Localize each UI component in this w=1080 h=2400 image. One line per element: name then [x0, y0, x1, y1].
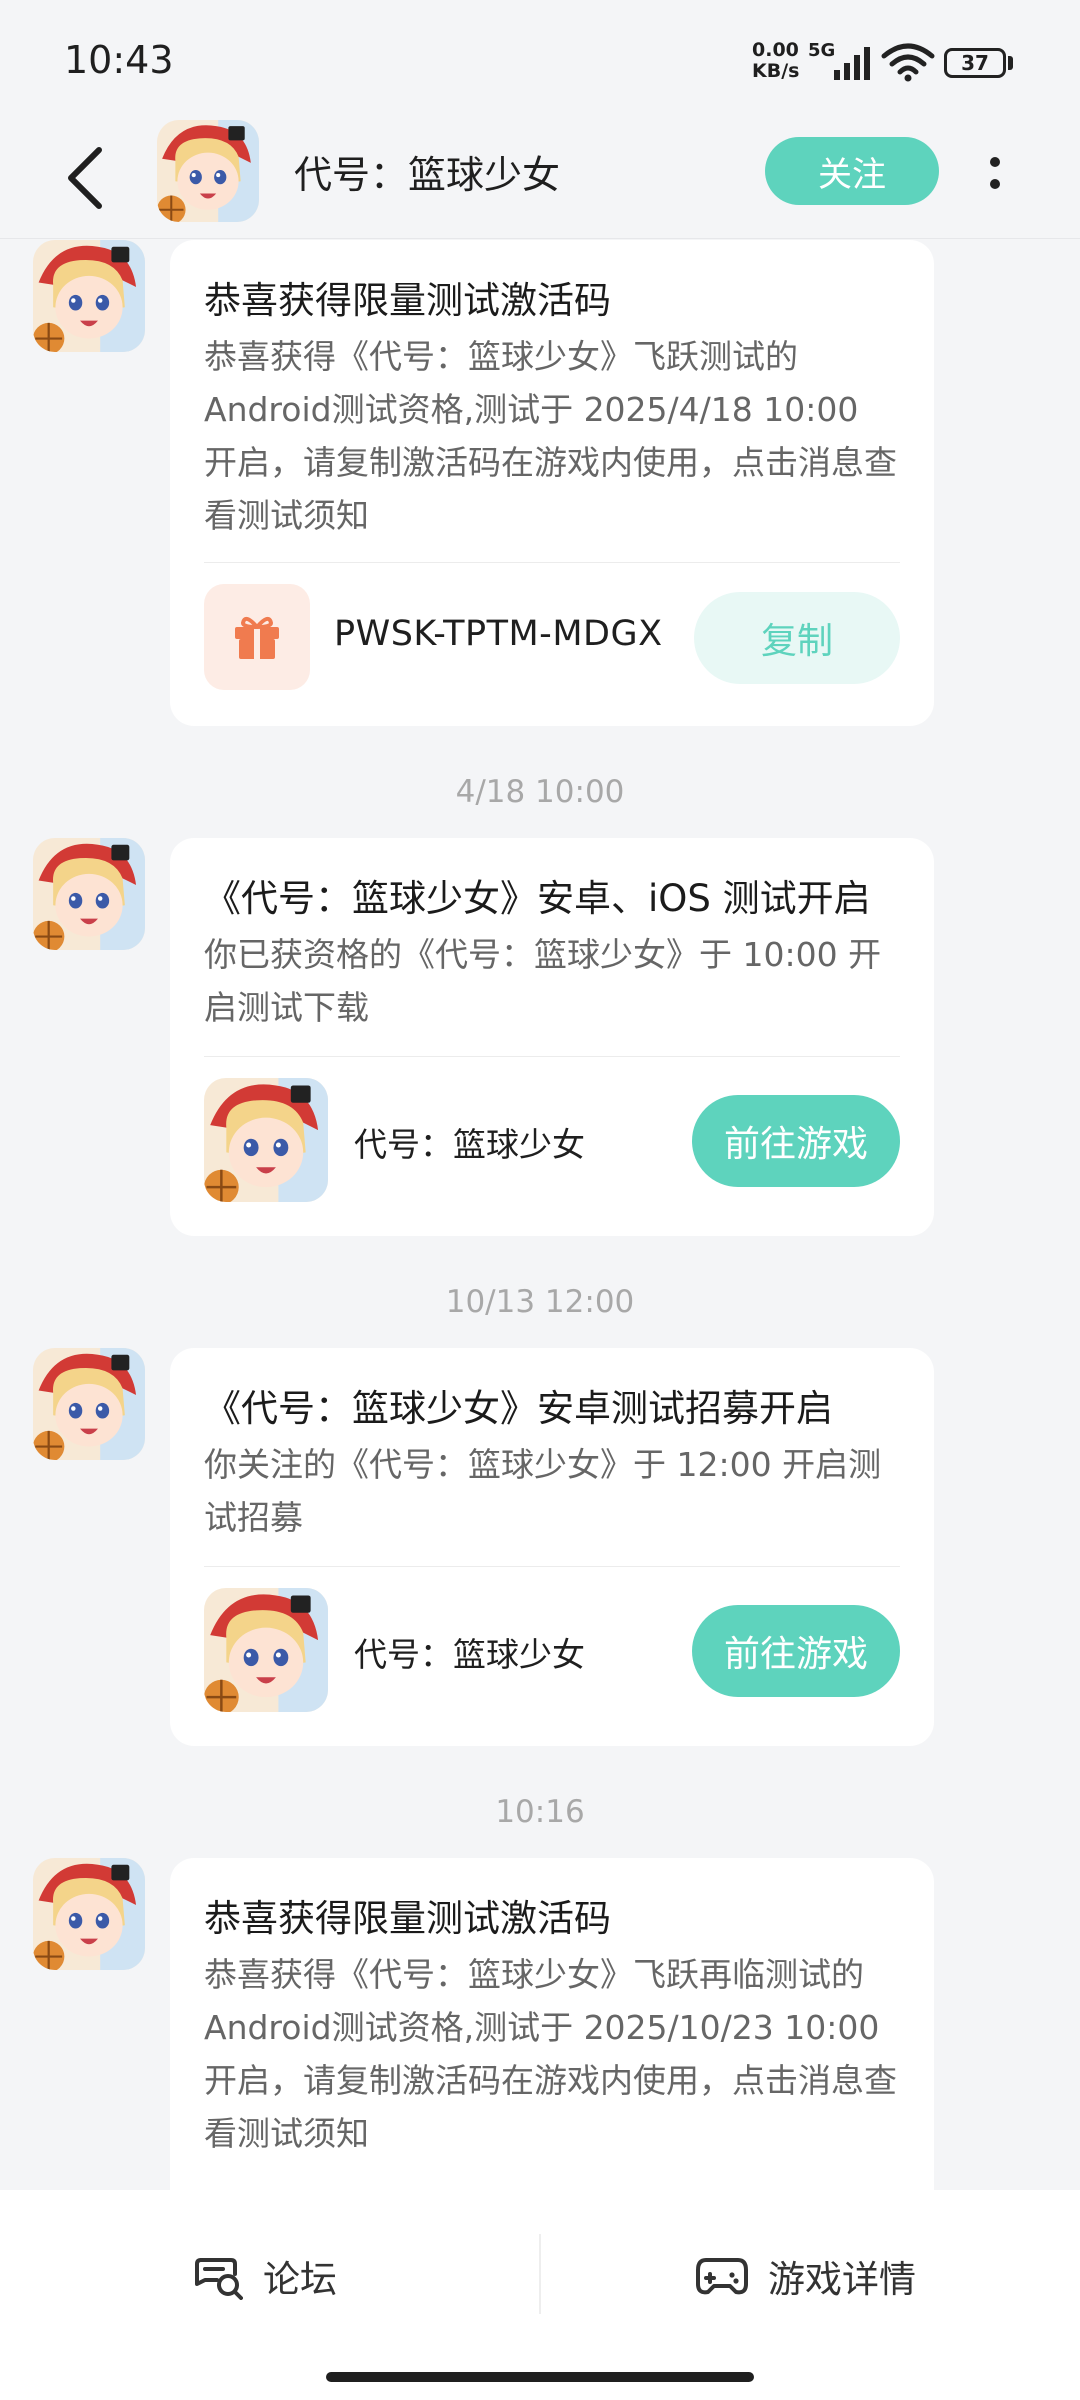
tab-separator — [539, 2234, 541, 2314]
status-bar: 10:43 0.00 KB/s 5G 37 — [0, 0, 1080, 120]
card-divider — [204, 1566, 900, 1567]
network-speed: 0.00 KB/s — [752, 40, 799, 82]
home-indicator[interactable] — [326, 2372, 754, 2382]
activation-code: PWSK-TPTM-MDGX — [334, 614, 663, 654]
game-name: 代号：篮球少女 — [354, 1635, 585, 1674]
game-link-row: 代号：篮球少女 前往游戏 — [204, 1078, 900, 1204]
timestamp: 10/13 12:00 — [445, 1284, 635, 1320]
bottom-nav: 论坛 游戏详情 — [0, 2190, 1080, 2400]
copy-button[interactable]: 复制 — [694, 592, 900, 684]
sender-avatar[interactable] — [33, 240, 145, 352]
message-title: 恭喜获得限量测试激活码 — [204, 1897, 611, 1940]
game-icon[interactable] — [204, 1588, 328, 1712]
message-body: 恭喜获得《代号：篮球少女》飞跃再临测试的Android测试资格,测试于 2025… — [204, 1955, 897, 2153]
battery-tip — [1008, 56, 1013, 70]
message-card[interactable]: 恭喜获得限量测试激活码 恭喜获得《代号：篮球少女》飞跃再临测试的Android测… — [170, 1858, 934, 2238]
timestamp: 10:16 — [495, 1794, 585, 1830]
forum-tab-label: 论坛 — [263, 2258, 337, 2301]
chat-header: 代号：篮球少女 关注 — [0, 120, 1080, 239]
game-icon[interactable] — [204, 1078, 328, 1202]
message-title: 恭喜获得限量测试激活码 — [204, 279, 611, 322]
activation-code-row: PWSK-TPTM-MDGX 复制 — [204, 584, 900, 694]
page-title: 代号：篮球少女 — [294, 153, 561, 197]
game-link-row: 代号：篮球少女 前往游戏 — [204, 1588, 900, 1714]
card-divider — [204, 562, 900, 563]
gamepad-icon — [696, 2258, 748, 2295]
message-card[interactable]: 恭喜获得限量测试激活码 恭喜获得《代号：篮球少女》飞跃测试的Android测试资… — [170, 240, 934, 726]
go-to-game-button[interactable]: 前往游戏 — [692, 1605, 900, 1697]
wifi-icon — [881, 43, 935, 82]
timestamp: 4/18 10:00 — [455, 774, 625, 810]
message-card[interactable]: 《代号：篮球少女》安卓测试招募开启 你关注的《代号：篮球少女》于 12:00 开… — [170, 1348, 934, 1746]
game-detail-tab[interactable]: 游戏详情 — [696, 2236, 916, 2316]
gift-icon-box — [204, 584, 310, 690]
message-body: 你已获资格的《代号：篮球少女》于 10:00 开启测试下载 — [204, 935, 882, 1027]
network-speed-unit: KB/s — [752, 60, 800, 82]
sender-avatar[interactable] — [33, 838, 145, 950]
back-button[interactable] — [50, 138, 120, 218]
more-vert-dot — [990, 179, 1000, 189]
network-speed-value: 0.00 — [752, 39, 799, 61]
message-card[interactable]: 《代号：篮球少女》安卓、iOS 测试开启 你已获资格的《代号：篮球少女》于 10… — [170, 838, 934, 1236]
message-title: 《代号：篮球少女》安卓、iOS 测试开启 — [204, 877, 871, 920]
back-arrow-icon — [68, 147, 102, 209]
signal-icon — [834, 47, 870, 80]
more-options-button[interactable] — [980, 140, 1010, 206]
game-name: 代号：篮球少女 — [354, 1125, 585, 1164]
card-divider — [204, 1056, 900, 1057]
message-body: 你关注的《代号：篮球少女》于 12:00 开启测试招募 — [204, 1445, 882, 1537]
battery-icon: 37 — [944, 48, 1006, 78]
game-avatar[interactable] — [157, 120, 259, 222]
sender-avatar[interactable] — [33, 1348, 145, 1460]
sender-avatar[interactable] — [33, 1858, 145, 1970]
forum-chat-icon — [195, 2258, 243, 2300]
gift-icon — [235, 616, 279, 659]
game-detail-tab-label: 游戏详情 — [768, 2258, 916, 2301]
more-vert-icon — [990, 157, 1000, 167]
message-body: 恭喜获得《代号：篮球少女》飞跃测试的Android测试资格,测试于 2025/4… — [204, 337, 897, 535]
status-time: 10:43 — [64, 38, 174, 82]
message-title: 《代号：篮球少女》安卓测试招募开启 — [204, 1387, 833, 1430]
go-to-game-button[interactable]: 前往游戏 — [692, 1095, 900, 1187]
forum-tab[interactable]: 论坛 — [195, 2236, 337, 2316]
follow-button[interactable]: 关注 — [765, 137, 939, 205]
